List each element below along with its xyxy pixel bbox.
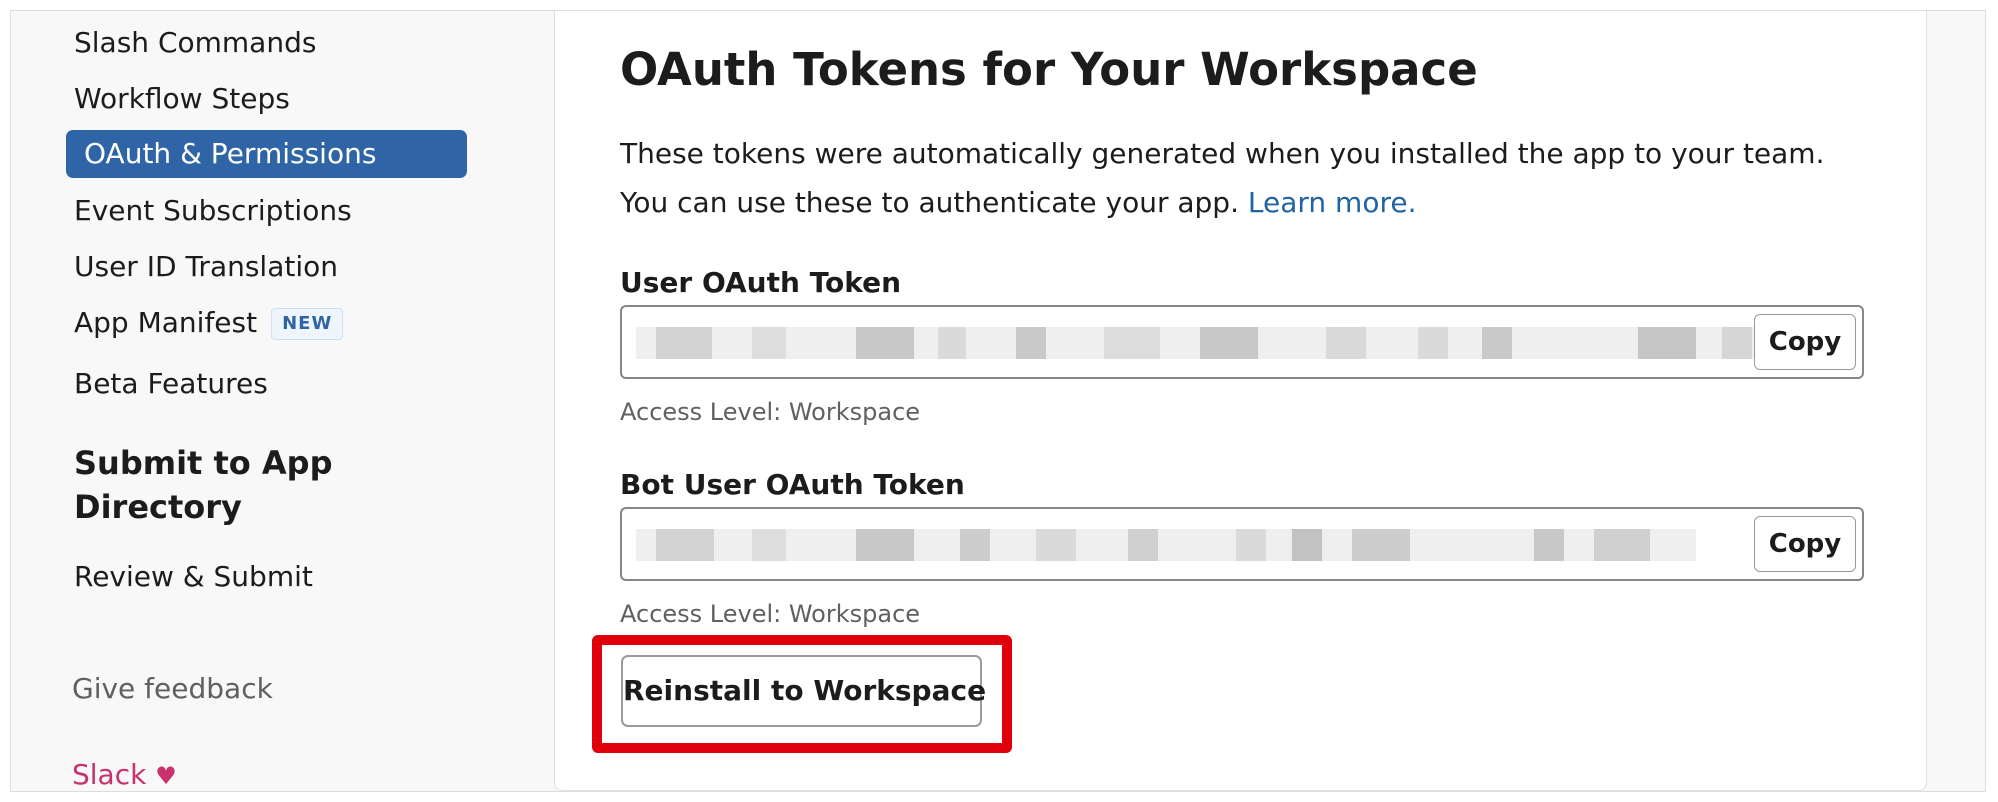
sidebar-item-oauth-permissions[interactable]: OAuth & Permissions bbox=[66, 130, 467, 178]
bot-token-label: Bot User OAuth Token bbox=[620, 468, 965, 501]
new-badge: NEW bbox=[271, 308, 344, 340]
app-frame: Slash Commands Workflow Steps OAuth & Pe… bbox=[10, 10, 1986, 792]
redacted-token-value bbox=[636, 529, 1696, 561]
copy-user-token-button[interactable]: Copy bbox=[1754, 314, 1856, 370]
reinstall-to-workspace-button[interactable]: Reinstall to Workspace bbox=[621, 655, 986, 727]
slack-brand-label: Slack bbox=[72, 758, 147, 791]
redacted-token-value bbox=[636, 327, 1768, 359]
sidebar-item-review-submit[interactable]: Review & Submit bbox=[74, 559, 313, 595]
slack-footer-link[interactable]: Slack ♥ bbox=[72, 757, 177, 791]
sidebar-item-slash-commands[interactable]: Slash Commands bbox=[74, 25, 316, 61]
sidebar-item-label: App Manifest bbox=[74, 306, 258, 339]
sidebar-item-user-id-translation[interactable]: User ID Translation bbox=[74, 249, 338, 285]
main-panel: OAuth Tokens for Your Workspace These to… bbox=[554, 11, 1927, 791]
give-feedback-link[interactable]: Give feedback bbox=[72, 671, 273, 707]
description-text: These tokens were automatically generate… bbox=[620, 129, 1840, 227]
copy-bot-token-button[interactable]: Copy bbox=[1754, 516, 1856, 572]
user-token-field[interactable]: Copy bbox=[620, 305, 1864, 379]
user-token-access-level: Access Level: Workspace bbox=[620, 398, 921, 426]
heart-icon: ♥ bbox=[155, 762, 177, 790]
bot-token-access-level: Access Level: Workspace bbox=[620, 600, 921, 628]
description-body: These tokens were automatically generate… bbox=[620, 137, 1825, 219]
learn-more-link[interactable]: Learn more. bbox=[1248, 186, 1417, 219]
bot-token-field[interactable]: Copy bbox=[620, 507, 1864, 581]
user-token-label: User OAuth Token bbox=[620, 266, 902, 299]
sidebar-item-event-subscriptions[interactable]: Event Subscriptions bbox=[74, 193, 352, 229]
sidebar-item-beta-features[interactable]: Beta Features bbox=[74, 366, 268, 402]
page-title: OAuth Tokens for Your Workspace bbox=[620, 43, 1478, 96]
sidebar-item-app-manifest[interactable]: App Manifest NEW bbox=[74, 305, 344, 341]
submit-section-heading: Submit to App Directory bbox=[74, 444, 333, 526]
sidebar-item-workflow-steps[interactable]: Workflow Steps bbox=[74, 81, 290, 117]
